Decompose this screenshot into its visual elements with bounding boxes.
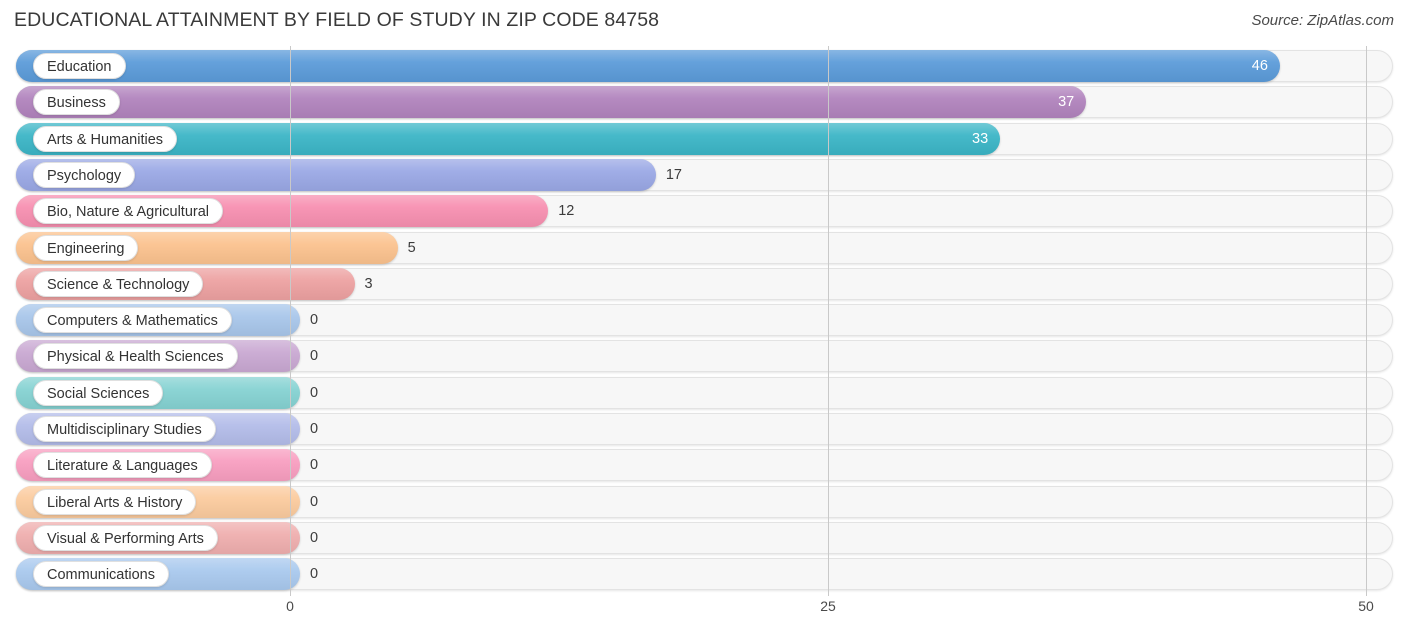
bar-value-label: 0 (310, 421, 319, 437)
bar-value-label: 17 (665, 166, 682, 183)
category-label: Literature & Languages (33, 452, 212, 479)
chart-row: 33 Arts & Humanities (0, 122, 1406, 155)
chart-plot-area: 46 Education 37 Business 33 Arts & Humanities… (0, 46, 1406, 596)
chart-row: 0 Social Sciences (0, 376, 1406, 409)
category-label: Liberal Arts & History (33, 488, 197, 515)
bar-value-label: 3 (364, 275, 373, 292)
bar-value-label: 0 (310, 457, 319, 474)
chart-row: 37 Business (0, 86, 1406, 119)
x-axis-tick-25: 25 (820, 598, 836, 614)
chart-row: 0 Physical & Health Sciences (0, 340, 1406, 373)
bar-gloss (16, 50, 1280, 82)
bar-value-label: 0 (310, 566, 319, 583)
chart-row: 0 Computers & Mathematics (0, 304, 1406, 337)
bar-value-label: 5 (407, 239, 416, 256)
bar-business[interactable]: 37 (16, 86, 1087, 119)
chart-row: 3 Science & Technology (0, 267, 1406, 300)
chart-row: 17 Psychology (0, 158, 1406, 191)
x-axis-tick-50: 50 (1358, 598, 1374, 614)
chart-row: 0 Communications (0, 558, 1406, 591)
chart-row: 5 Engineering (0, 231, 1406, 264)
bar-value-label: 33 (972, 130, 989, 147)
bar-value-label: 0 (310, 493, 319, 510)
chart-header: EDUCATIONAL ATTAINMENT BY FIELD OF STUDY… (0, 0, 1406, 44)
source-attribution: Source: ZipAtlas.com (1251, 12, 1394, 29)
bar-value-label: 37 (1058, 94, 1075, 111)
category-label: Engineering (33, 234, 139, 261)
bar-value-label: 0 (310, 348, 319, 365)
category-label: Physical & Health Sciences (33, 343, 238, 370)
category-label: Arts & Humanities (33, 125, 178, 152)
bar-value-label: 12 (558, 203, 575, 220)
category-label: Science & Technology (33, 270, 204, 297)
bar-value-label: 0 (310, 529, 319, 546)
bar-value-label: 0 (310, 384, 319, 401)
category-label: Social Sciences (33, 379, 164, 406)
category-label: Communications (33, 561, 169, 588)
x-axis: 0 25 50 (0, 596, 1406, 631)
bar-value-label: 0 (310, 312, 319, 329)
bar-value-label: 46 (1251, 58, 1268, 74)
category-label: Psychology (33, 161, 136, 188)
chart-row: 46 Education (0, 50, 1406, 82)
page-title: EDUCATIONAL ATTAINMENT BY FIELD OF STUDY… (14, 9, 660, 31)
chart-row: 12 Bio, Nature & Agricultural (0, 195, 1406, 228)
category-label: Bio, Nature & Agricultural (33, 198, 223, 225)
category-label: Multidisciplinary Studies (33, 416, 216, 442)
category-label: Education (33, 53, 126, 79)
category-label: Business (33, 89, 120, 116)
category-label: Computers & Mathematics (33, 307, 232, 334)
chart-row: 0 Literature & Languages (0, 449, 1406, 482)
chart-row: 0 Visual & Performing Arts (0, 521, 1406, 554)
x-axis-tick-0: 0 (286, 598, 294, 614)
chart-row: 0 Liberal Arts & History (0, 485, 1406, 518)
category-label: Visual & Performing Arts (33, 524, 218, 551)
bar-education[interactable]: 46 (16, 50, 1280, 82)
chart-row: 0 Multidisciplinary Studies (0, 413, 1406, 445)
bar-gloss (16, 86, 1087, 119)
